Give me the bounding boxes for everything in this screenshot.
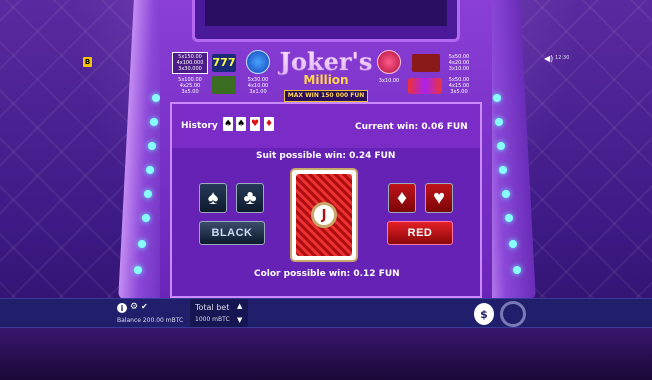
pillar-light — [497, 142, 505, 150]
total-bet-label: Total bet — [195, 303, 230, 312]
pillar-light — [148, 142, 156, 150]
bar-symbol-icon — [212, 76, 236, 94]
pillar-light — [499, 166, 507, 174]
suit-possible-win: Suit possible win: 0.24 FUN — [256, 151, 396, 161]
top-screen — [192, 0, 460, 42]
current-win: Current win: 0.06 FUN — [355, 122, 468, 132]
pillar-light — [509, 240, 517, 248]
bet-decrease-icon[interactable]: ▼ — [237, 316, 242, 324]
diamond-button[interactable]: ♦ — [388, 183, 416, 213]
face-down-card: J — [290, 168, 358, 262]
check-icon[interactable]: ✔ — [141, 302, 148, 311]
max-win-banner: MAX WIN 150 000 FUN — [284, 90, 368, 102]
spade-button[interactable]: ♠ — [199, 183, 227, 213]
pillar-light — [505, 214, 513, 222]
bet-increase-icon[interactable]: ▲ — [237, 302, 242, 310]
history-label: History — [181, 121, 218, 131]
pillar-light — [513, 266, 521, 274]
bell-symbol-icon — [412, 54, 440, 72]
paytable-center-right: 3x10.00 — [378, 78, 400, 84]
money-bag-icon[interactable]: $ — [474, 303, 494, 325]
paytable-right: 5x50.00 4x20.00 3x10.00 5x50.00 4x15.00 … — [448, 54, 470, 95]
joker-emblem-icon: J — [311, 202, 337, 228]
speaker-icon[interactable]: ◀) — [544, 54, 553, 63]
seven-symbol-icon: 777 — [212, 54, 236, 72]
total-bet-value: 1000 mBTC — [195, 316, 230, 323]
bottom-bar — [0, 298, 652, 328]
pillar-light — [493, 94, 501, 102]
club-button[interactable]: ♣ — [236, 183, 264, 213]
pillar-light — [134, 266, 142, 274]
paytable-left-bottom: 5x100.00 4x25.00 3x5.00 — [178, 77, 202, 95]
fruit-symbol-icon — [408, 78, 442, 94]
history-card: ♦ — [264, 117, 274, 131]
pillar-light — [146, 166, 154, 174]
spin-autoplay-icon[interactable] — [500, 301, 526, 327]
pillar-light — [138, 240, 146, 248]
red-button[interactable]: RED — [387, 221, 453, 245]
clock-text: 12:30 — [555, 55, 570, 61]
history-card: ♥ — [250, 117, 260, 131]
pillar-light — [152, 94, 160, 102]
pillar-light — [150, 118, 158, 126]
heart-button[interactable]: ♥ — [425, 183, 453, 213]
black-button[interactable]: BLACK — [199, 221, 265, 245]
pillar-light — [495, 118, 503, 126]
history-card: ♠ — [223, 117, 233, 131]
pillar-light — [502, 190, 510, 198]
gear-icon[interactable]: ⚙ — [130, 302, 138, 312]
pillar-light — [142, 214, 150, 222]
logo-line1: Joker's — [279, 47, 373, 76]
floor — [0, 326, 652, 380]
game-logo: Joker's Million — [278, 50, 374, 92]
bonus-badge-icon[interactable]: B — [83, 57, 92, 67]
history-card: ♠ — [236, 117, 246, 131]
color-possible-win: Color possible win: 0.12 FUN — [254, 269, 400, 279]
scatter-red-icon — [377, 50, 401, 74]
balance-text: Balance 200.00 mBTC — [117, 317, 184, 324]
pillar-light — [144, 190, 152, 198]
scatter-blue-icon — [246, 50, 270, 74]
info-icon[interactable]: i — [117, 303, 127, 313]
paytable-center-left: 5x30.00 4x10.00 3x1.00 — [247, 77, 269, 95]
paytable-left-top: 5x150.00 4x100.000 3x30.000 — [176, 54, 204, 72]
